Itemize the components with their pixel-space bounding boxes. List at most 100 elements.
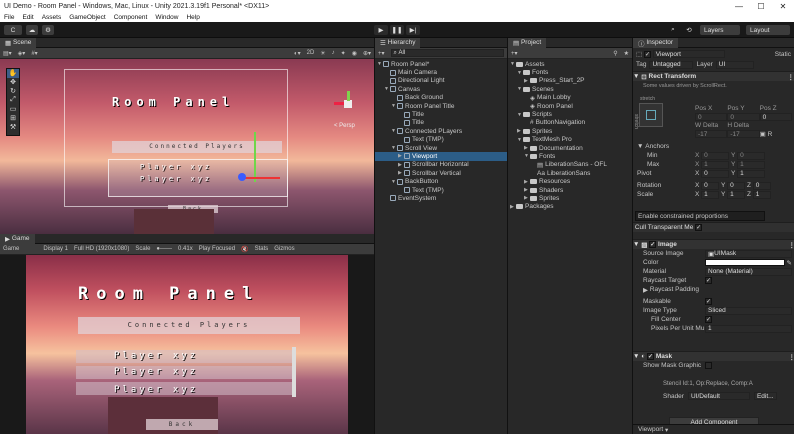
project-item[interactable]: ▼ Assets	[508, 60, 632, 68]
tab-inspector[interactable]: ⓘ Inspector	[633, 37, 679, 48]
rot-x-field[interactable]: 0	[701, 181, 720, 190]
account-button[interactable]: C	[4, 25, 22, 35]
raycast-padding-row[interactable]: ▶ Raycast Padding	[643, 285, 792, 294]
tab-hierarchy[interactable]: ☰ Hierarchy	[375, 37, 421, 48]
layers-dropdown[interactable]: Layers	[700, 25, 740, 35]
shading-icon[interactable]: ◐▾	[294, 50, 301, 57]
tab-project[interactable]: ▤ Project	[508, 37, 547, 48]
move-gizmo-center[interactable]	[238, 173, 246, 181]
step-button[interactable]: ▶|	[406, 25, 420, 35]
scale-slider[interactable]: ●——	[156, 246, 172, 252]
transform-tools-icon[interactable]: ▤▾	[3, 50, 12, 57]
show-mask-checkbox[interactable]	[705, 362, 712, 369]
layout-dropdown[interactable]: Layout	[746, 25, 790, 35]
pos-x-field[interactable]: 0	[695, 113, 728, 121]
game-player-list[interactable]: Player xyz Player xyz Player xyz	[76, 345, 298, 400]
max-y-field[interactable]: 1	[737, 160, 766, 169]
mask-menu-icon[interactable]: ⋮	[789, 353, 794, 361]
scene-viewport[interactable]: Room Panel Connected Players Player xyz …	[0, 59, 374, 234]
hierarchy-item[interactable]: EventSystem	[375, 194, 507, 202]
hierarchy-item[interactable]: ▼ Room Panel Title	[375, 102, 507, 110]
project-item[interactable]: ▶ Packages	[508, 203, 632, 211]
hand-tool-icon[interactable]: ✋	[7, 69, 19, 78]
hierarchy-search[interactable]: ⌕ All	[390, 49, 504, 57]
grid-icon[interactable]: #▾	[31, 50, 37, 57]
component-menu-icon[interactable]: ⋮	[788, 73, 794, 81]
scale-y-field[interactable]: 1	[727, 190, 746, 199]
material-field[interactable]: None (Material)	[705, 267, 792, 276]
custom-tool-icon[interactable]: ⚒	[7, 123, 19, 132]
game-mode-dropdown[interactable]: Game	[3, 246, 19, 252]
add-object-icon[interactable]: +▾	[378, 50, 385, 57]
2d-toggle[interactable]: 2D	[307, 50, 315, 56]
menu-help[interactable]: Help	[182, 14, 203, 21]
camera-icon[interactable]: ◉	[352, 50, 357, 57]
hierarchy-item[interactable]: ▶ Scrollbar Vertical	[375, 169, 507, 177]
h-delta-field[interactable]: -17	[727, 130, 760, 138]
resolution-dropdown[interactable]: Full HD (1920x1080)	[74, 246, 129, 252]
project-item[interactable]: ▼ Fonts	[508, 68, 632, 76]
layer-dropdown[interactable]: UI	[715, 60, 754, 69]
gizmos-button[interactable]: Gizmos	[274, 246, 294, 252]
game-view[interactable]: Room Panel Connected Players Player xyz …	[26, 255, 348, 434]
minimize-button[interactable]: —	[728, 2, 750, 11]
w-delta-field[interactable]: -17	[695, 130, 728, 138]
pos-y-field[interactable]: 0	[727, 113, 760, 121]
min-x-field[interactable]: 0	[701, 151, 730, 160]
source-image-field[interactable]: ▣ UIMask	[705, 249, 792, 258]
menu-assets[interactable]: Assets	[38, 14, 66, 21]
rect-transform-header[interactable]: ▼ ⊡ Rect Transform ⋮	[633, 71, 794, 81]
eyedropper-icon[interactable]: ✎	[787, 259, 792, 267]
display-dropdown[interactable]: Display 1	[43, 246, 68, 252]
pivot-y-field[interactable]: 1	[737, 169, 766, 178]
blueprint-icon[interactable]: ▣ R	[760, 130, 792, 138]
project-item[interactable]: ▼ TextMesh Pro	[508, 136, 632, 144]
mask-header[interactable]: ▼ ◐ ✓ Mask ⋮	[633, 351, 794, 361]
image-enabled-checkbox[interactable]: ✓	[649, 241, 657, 248]
canvas-renderer-header[interactable]: Cull Transparent Me ✓	[633, 222, 794, 232]
hierarchy-item[interactable]: Back Ground	[375, 94, 507, 102]
scale-tool-icon[interactable]: ⤢	[7, 96, 19, 105]
project-item[interactable]: ▶ Press_Start_2P	[508, 77, 632, 85]
project-item[interactable]: # ButtonNavigation	[508, 119, 632, 127]
scale-x-field[interactable]: 1	[701, 190, 720, 199]
tab-game[interactable]: ▶ Game	[0, 233, 35, 244]
collab-icon[interactable]: ⚙	[42, 25, 54, 35]
project-item[interactable]: ▶ Shaders	[508, 186, 632, 194]
min-y-field[interactable]: 0	[737, 151, 766, 160]
color-swatch[interactable]	[705, 259, 785, 266]
anchors-row[interactable]: ▼ Anchors	[637, 142, 793, 151]
hierarchy-item[interactable]: Main Camera	[375, 68, 507, 76]
project-item[interactable]: ▤ LiberationSans - OFL	[508, 161, 632, 169]
tab-scene[interactable]: ▦ Scene	[0, 37, 37, 48]
hierarchy-item[interactable]: ▶ Viewport	[375, 152, 507, 161]
transform-tool-icon[interactable]: ⊞	[7, 114, 19, 123]
object-name-field[interactable]: Viewport	[652, 50, 725, 58]
hierarchy-item[interactable]: Text (TMP)	[375, 136, 507, 144]
pos-z-field[interactable]: 0	[759, 113, 792, 121]
menu-gameobject[interactable]: GameObject	[65, 14, 110, 21]
project-item[interactable]: ◈ Main Lobby	[508, 94, 632, 102]
maskable-checkbox[interactable]: ✓	[705, 298, 712, 305]
menu-edit[interactable]: Edit	[18, 14, 37, 21]
image-header[interactable]: ▼ ▨ ✓ Image ⋮	[633, 239, 794, 249]
game-scrollbar[interactable]	[292, 347, 296, 397]
anchor-presets-button[interactable]	[639, 103, 663, 127]
static-toggle[interactable]: Static	[775, 51, 791, 58]
image-menu-icon[interactable]: ⋮	[789, 241, 794, 249]
hierarchy-item[interactable]: ▼ Scroll View	[375, 144, 507, 152]
active-checkbox[interactable]: ✓	[643, 50, 651, 58]
menu-window[interactable]: Window	[151, 14, 182, 21]
hierarchy-item[interactable]: Title	[375, 119, 507, 127]
maximize-button[interactable]: ☐	[750, 2, 772, 11]
project-item[interactable]: ▶ Documentation	[508, 144, 632, 152]
hierarchy-item[interactable]: ▼ BackButton	[375, 177, 507, 185]
tag-dropdown[interactable]: Untagged	[649, 60, 694, 69]
image-type-dropdown[interactable]: Sliced	[705, 306, 792, 315]
rot-z-field[interactable]: 0	[752, 181, 771, 190]
menu-file[interactable]: File	[0, 14, 18, 21]
hierarchy-item[interactable]: ▼ Room Panel*	[375, 60, 507, 68]
hierarchy-item[interactable]: ▶ Scrollbar Horizontal	[375, 161, 507, 169]
rot-y-field[interactable]: 0	[727, 181, 746, 190]
search-icon[interactable]: ⌕	[668, 25, 678, 35]
